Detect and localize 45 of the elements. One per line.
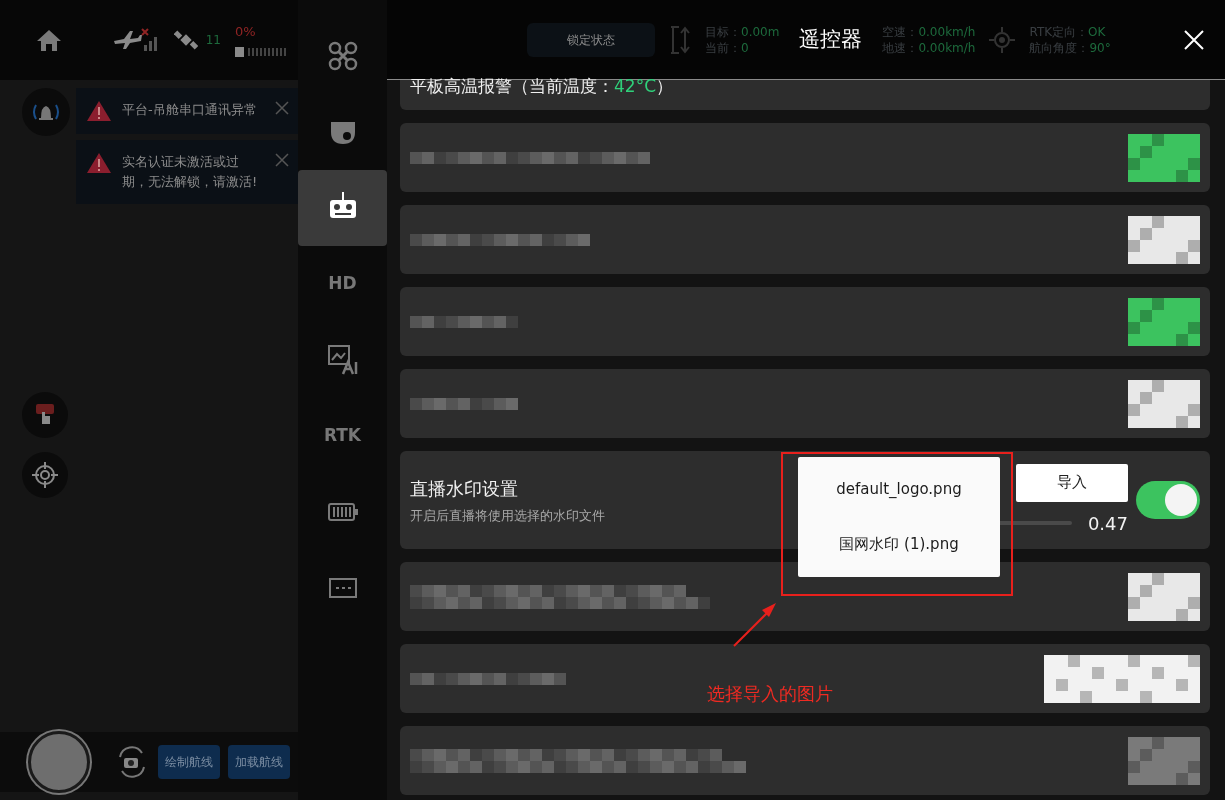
warning-icon: [86, 100, 112, 122]
panel-title: 遥控器: [799, 25, 863, 53]
airspeed-value: 0.00km/h: [918, 23, 976, 40]
sidebar-tab[interactable]: HD: [298, 246, 387, 322]
close-icon: [1183, 28, 1205, 51]
altitude-icon: [669, 24, 691, 55]
setting-description: 开启后直播将使用选择的水印文件: [410, 506, 605, 525]
annotation-text: 选择导入的图片: [707, 682, 833, 706]
shutter-button[interactable]: [28, 731, 90, 793]
target-height-value: 0.00m: [741, 23, 780, 40]
warning-icon: [86, 152, 112, 174]
slider-value: 0.47: [1087, 511, 1128, 536]
heading-value: 90°: [1089, 39, 1111, 56]
alert-message: 实名认证未激活或过期，无法解锁，请激活!: [122, 153, 259, 191]
route-button[interactable]: 加载航线: [228, 745, 290, 779]
temperature-alarm-label: 平板高温报警（当前温度：42°C）: [410, 78, 673, 95]
ai-image-icon: [326, 344, 359, 376]
file-option[interactable]: default_logo.png: [798, 462, 1000, 517]
satellite-count: 11: [205, 32, 221, 48]
close-icon: [274, 152, 290, 168]
home-icon[interactable]: [36, 28, 62, 52]
import-button[interactable]: 导入: [1016, 463, 1128, 502]
annotation-arrow: [732, 600, 778, 648]
battery-percent: 0%: [235, 23, 257, 42]
aircraft-signal-icon: [111, 27, 160, 53]
battery-level-icon: [235, 45, 288, 58]
crosshair-icon: [32, 462, 58, 488]
rtk-orientation-value: OK: [1088, 23, 1106, 40]
groundspeed-value: 0.00km/h: [918, 39, 976, 56]
alarm-bell-button[interactable]: [22, 88, 70, 136]
sidebar-tab[interactable]: RTK: [298, 398, 387, 474]
gps-target-icon: [989, 26, 1016, 53]
hand-button[interactable]: [22, 392, 68, 438]
drone-icon: [326, 40, 359, 72]
current-height-value: 0: [741, 39, 749, 56]
close-icon: [274, 100, 290, 116]
alert-message: 平台-吊舱串口通讯异常: [122, 101, 258, 119]
setting-title: 直播水印设置: [410, 476, 519, 501]
satellite-icon: [173, 28, 198, 52]
target-button[interactable]: [22, 452, 68, 498]
toggle-switch[interactable]: [1136, 481, 1200, 519]
sidebar-tab[interactable]: [298, 170, 387, 246]
lock-status: 锁定状态: [527, 22, 655, 57]
route-button[interactable]: 绘制航线: [158, 745, 220, 779]
file-option[interactable]: 国网水印 (1).png: [798, 517, 1000, 572]
